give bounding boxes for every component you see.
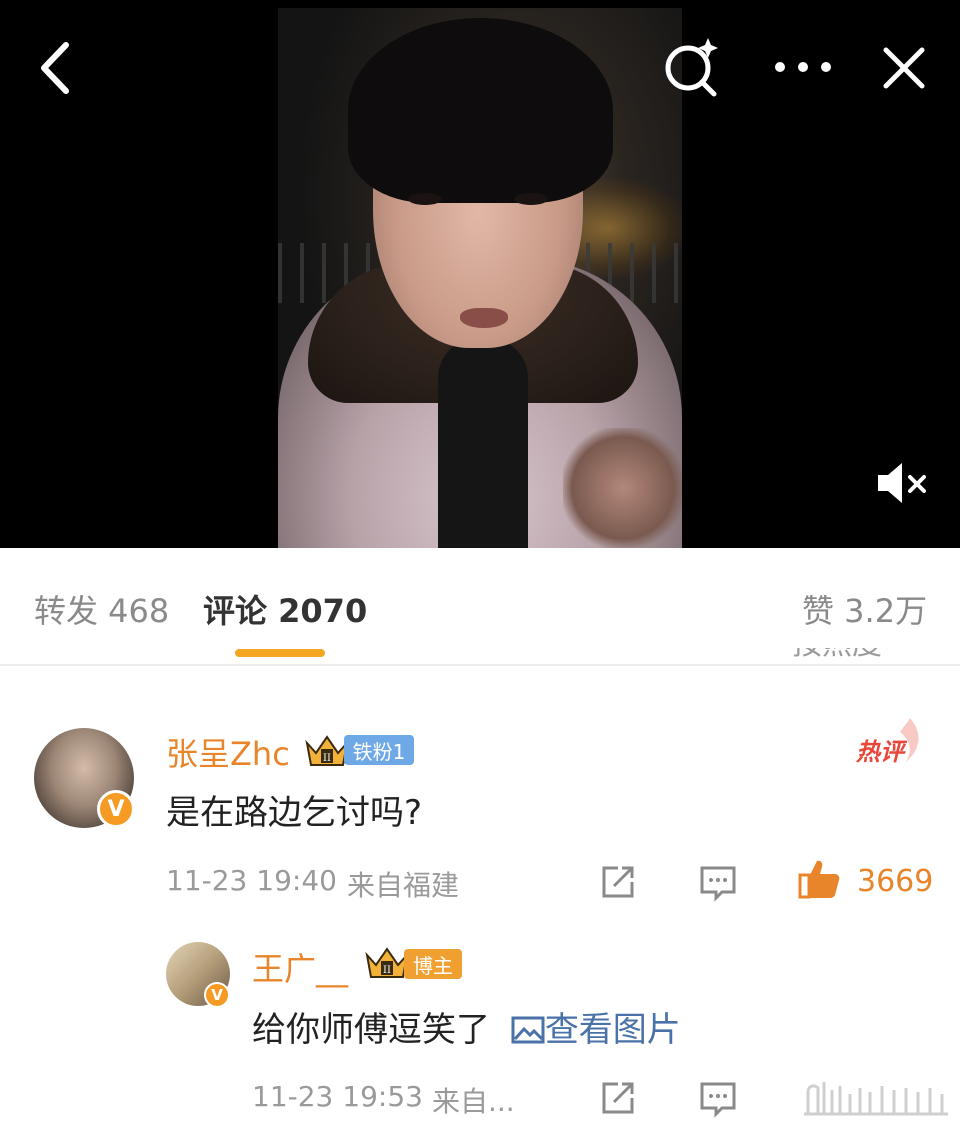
more-button[interactable] <box>772 50 834 84</box>
mute-button[interactable] <box>874 458 930 508</box>
svg-text:II: II <box>383 965 391 976</box>
tab-reposts[interactable]: 转发 468 <box>34 586 169 632</box>
person-hair <box>348 18 613 203</box>
watermark-logo <box>804 1082 948 1116</box>
person-hand <box>563 428 682 548</box>
person-eye-right <box>514 193 548 205</box>
like-count: 3669 <box>857 864 934 899</box>
back-icon <box>41 42 69 94</box>
author-badge: 博主 <box>404 949 462 979</box>
more-icon <box>775 62 831 72</box>
comment-icon <box>700 866 736 902</box>
video-player[interactable] <box>0 0 960 548</box>
reply-text: 给你师傅逗笑了 查看图片 <box>252 1002 681 1051</box>
like-icon <box>798 860 840 899</box>
share-icon <box>602 1082 634 1114</box>
verified-icon: V <box>204 982 230 1008</box>
comment-location: 来自福建 <box>347 869 460 902</box>
close-icon <box>883 47 925 89</box>
person-mouth <box>460 308 508 328</box>
comment-text: 是在路边乞讨吗? <box>166 793 423 833</box>
sort-option-label[interactable]: 按热度 <box>792 648 932 670</box>
person-eye-left <box>408 193 442 205</box>
mute-icon <box>878 463 926 503</box>
share-icon <box>602 866 634 898</box>
hot-comment-tag: 热评 <box>852 718 924 766</box>
search-sparkle-icon <box>665 38 718 97</box>
person-shirt <box>438 338 528 548</box>
verified-icon: V <box>97 790 135 828</box>
image-icon <box>511 1016 545 1044</box>
reply-comment-button[interactable] <box>696 1076 740 1120</box>
comment-username[interactable]: 张呈Zhc <box>166 729 290 775</box>
fan-badge: 铁粉1 <box>344 735 414 765</box>
reply-share-button[interactable] <box>596 1076 640 1120</box>
comment-time: 11-23 19:40 <box>166 864 337 897</box>
tab-comments[interactable]: 评论 2070 <box>203 586 367 632</box>
svg-text:II: II <box>323 753 331 764</box>
video-frame <box>278 8 682 548</box>
search-button[interactable] <box>660 36 722 98</box>
like-button[interactable] <box>796 856 842 902</box>
view-image-link[interactable]: 查看图片 <box>501 1010 681 1050</box>
active-tab-indicator <box>235 649 325 657</box>
reply-location: 来自... <box>432 1085 515 1118</box>
share-button[interactable] <box>596 860 640 904</box>
back-button[interactable] <box>26 36 82 100</box>
reply-username[interactable]: 王广__ <box>252 944 348 990</box>
tab-likes[interactable]: 赞 3.2万 <box>802 586 927 632</box>
comment-icon <box>700 1082 736 1118</box>
close-button[interactable] <box>878 42 930 94</box>
reply-time: 11-23 19:53 <box>252 1080 423 1113</box>
reply-text-body: 给你师傅逗笑了 <box>252 1010 490 1050</box>
reply-button[interactable] <box>696 860 740 904</box>
